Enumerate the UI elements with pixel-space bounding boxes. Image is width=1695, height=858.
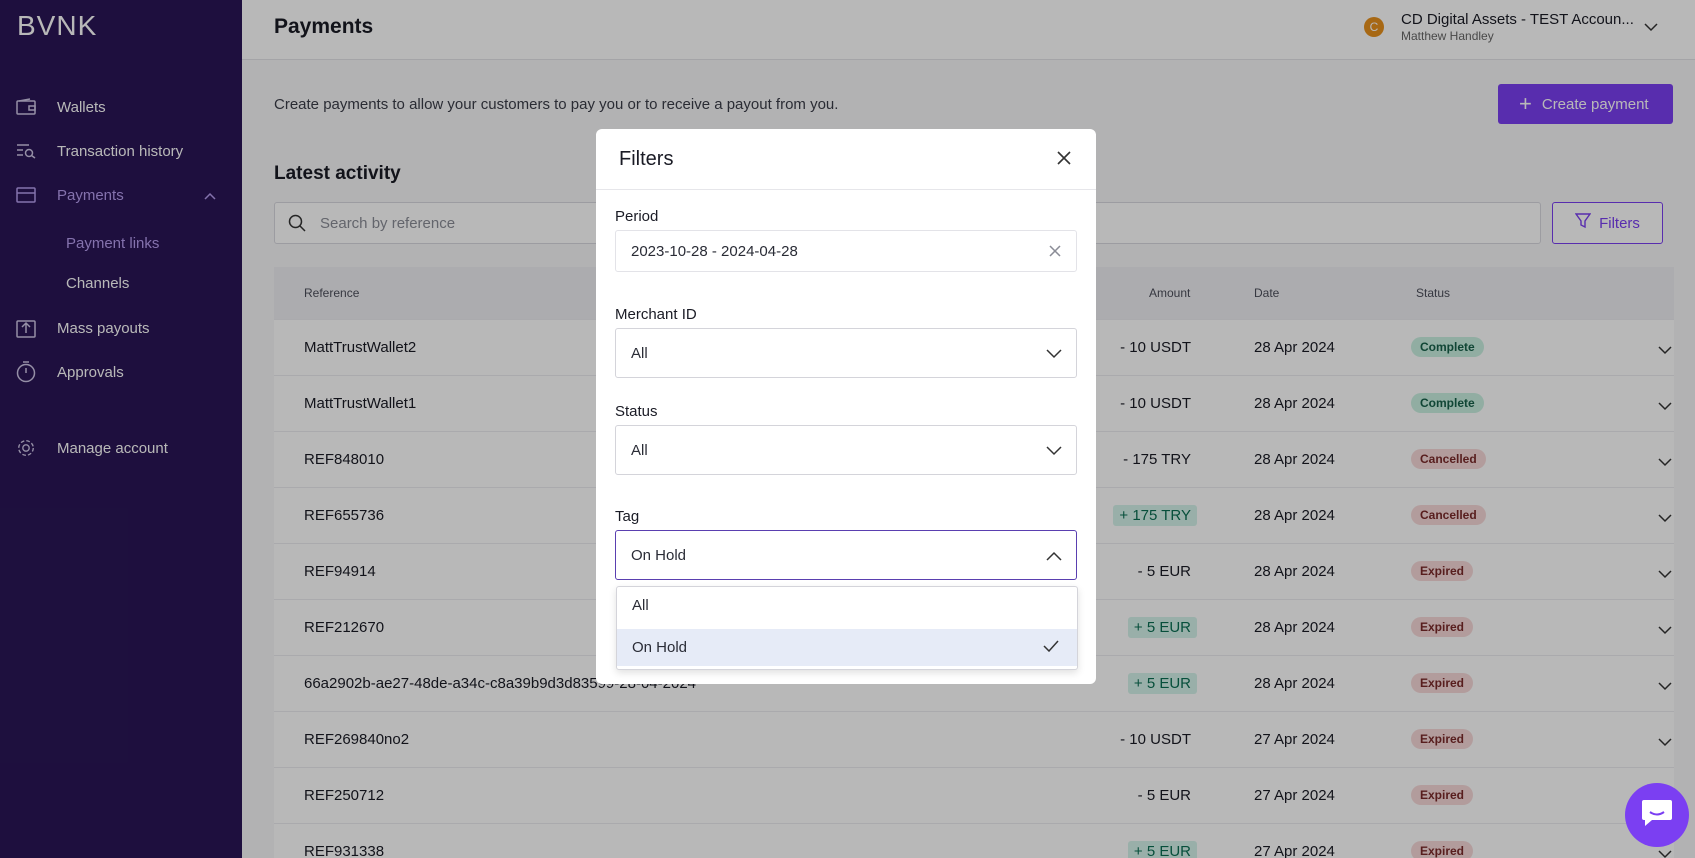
- tag-option-all[interactable]: All: [617, 587, 1077, 624]
- chat-icon: [1640, 798, 1674, 833]
- period-field[interactable]: 2023-10-28 - 2024-04-28: [615, 230, 1077, 272]
- tag-dropdown: All On Hold: [616, 586, 1078, 670]
- chevron-up-icon: [1046, 548, 1062, 566]
- option-label: On Hold: [632, 639, 688, 656]
- status-value: All: [631, 442, 648, 459]
- tag-label: Tag: [615, 508, 640, 525]
- status-label: Status: [615, 403, 658, 420]
- chevron-down-icon: [1046, 346, 1062, 364]
- merchant-id-select[interactable]: All: [615, 328, 1077, 378]
- tag-value: On Hold: [631, 547, 687, 564]
- clear-icon[interactable]: [1048, 244, 1062, 263]
- tag-option-on-hold[interactable]: On Hold: [617, 629, 1077, 666]
- modal-title: Filters: [619, 148, 674, 170]
- merchant-id-value: All: [631, 345, 648, 362]
- modal-header: Filters: [596, 129, 1096, 190]
- chevron-down-icon: [1046, 443, 1062, 461]
- option-label: All: [632, 597, 649, 614]
- check-icon: [1043, 639, 1059, 656]
- close-icon[interactable]: [1056, 150, 1072, 171]
- chat-button[interactable]: [1625, 783, 1689, 847]
- period-label: Period: [615, 208, 659, 225]
- period-value: 2023-10-28 - 2024-04-28: [631, 243, 798, 260]
- status-select[interactable]: All: [615, 425, 1077, 475]
- tag-select[interactable]: On Hold: [615, 530, 1077, 580]
- merchant-id-label: Merchant ID: [615, 306, 697, 323]
